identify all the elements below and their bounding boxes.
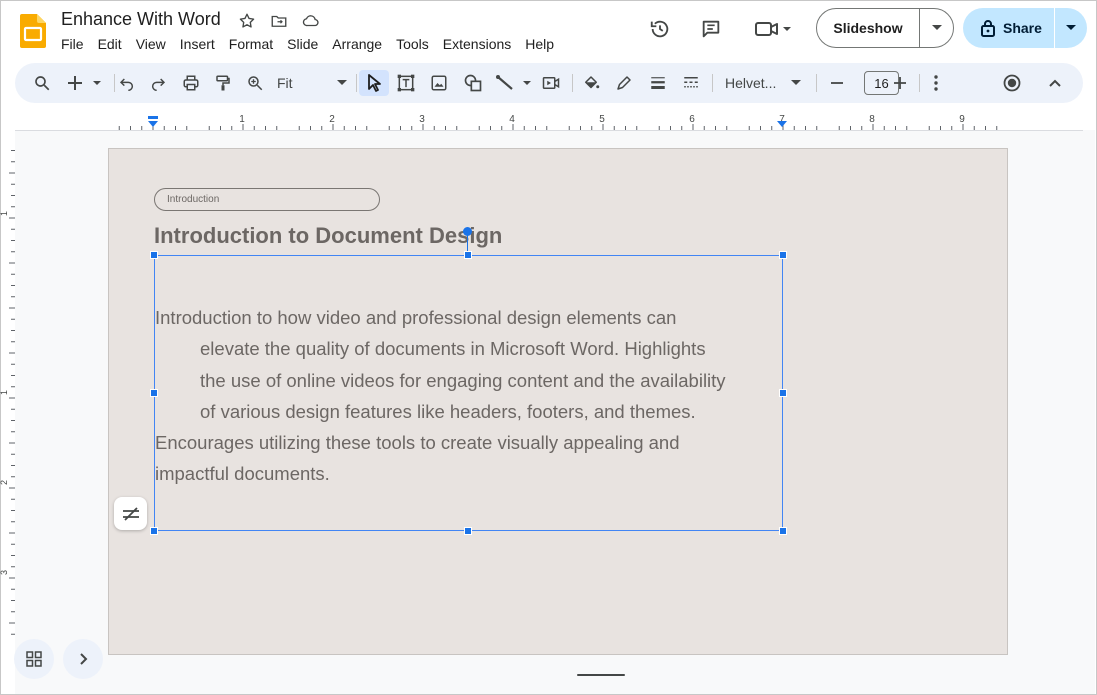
- zoom-dropdown-icon: [337, 80, 347, 85]
- font-select[interactable]: Helvet...: [719, 70, 807, 96]
- menu-slide[interactable]: Slide: [287, 36, 325, 52]
- increase-font-size-icon[interactable]: [888, 70, 912, 96]
- vruler-label: 1: [0, 390, 9, 395]
- border-color-icon[interactable]: [611, 70, 637, 96]
- star-icon[interactable]: [236, 10, 258, 32]
- font-name: Helvet...: [725, 75, 777, 91]
- lock-icon: [981, 20, 995, 37]
- ruler-label: 5: [599, 114, 605, 125]
- menu-extensions[interactable]: Extensions: [443, 36, 518, 52]
- zoom-icon[interactable]: [242, 70, 268, 96]
- print-icon[interactable]: [178, 70, 204, 96]
- menu-format[interactable]: Format: [229, 36, 280, 52]
- menu-bar: File Edit View Insert Format Slide Arran…: [61, 36, 568, 52]
- body-line: impactful documents.: [155, 463, 330, 485]
- collapse-toolbar-icon[interactable]: [1042, 70, 1068, 96]
- redo-icon[interactable]: [146, 70, 170, 96]
- undo-icon[interactable]: [115, 70, 139, 96]
- version-history-icon[interactable]: [645, 14, 675, 44]
- section-tag[interactable]: Introduction: [154, 188, 380, 211]
- zoom-select[interactable]: Fit: [274, 70, 350, 96]
- slide-canvas[interactable]: Introduction Introduction to Document De…: [108, 148, 1008, 655]
- resize-handle-s[interactable]: [464, 527, 472, 535]
- menu-edit[interactable]: Edit: [98, 36, 129, 52]
- ruler-label: 6: [689, 114, 695, 125]
- toolbar: Fit Helvet... 16: [15, 63, 1083, 103]
- share-button[interactable]: Share: [963, 8, 1087, 48]
- body-line: Encourages utilizing these tools to crea…: [155, 432, 680, 454]
- ruler-label: 9: [959, 114, 965, 125]
- resize-handle-nw[interactable]: [150, 251, 158, 259]
- ruler-label: 8: [869, 114, 875, 125]
- ruler-label: 3: [419, 114, 425, 125]
- slides-logo-icon[interactable]: [20, 14, 46, 48]
- ruler-label: 2: [329, 114, 335, 125]
- decrease-font-size-icon[interactable]: [825, 70, 849, 96]
- vertical-ruler[interactable]: 1 1 2 3: [0, 148, 16, 653]
- search-menus-icon[interactable]: [29, 70, 55, 96]
- record-icon[interactable]: [999, 70, 1025, 96]
- resize-handle-e[interactable]: [779, 389, 787, 397]
- shape-icon[interactable]: [460, 70, 486, 96]
- select-tool-icon[interactable]: [359, 70, 389, 96]
- expand-filmstrip-icon[interactable]: [63, 639, 103, 679]
- slideshow-label: Slideshow: [833, 20, 903, 36]
- ruler-label: 1: [239, 114, 245, 125]
- indent-marker-left[interactable]: [148, 116, 158, 127]
- resize-handle-se[interactable]: [779, 527, 787, 535]
- insert-video-icon[interactable]: [538, 70, 564, 96]
- more-options-icon[interactable]: [924, 70, 948, 96]
- vruler-label: 2: [0, 480, 9, 485]
- move-folder-icon[interactable]: [268, 10, 290, 32]
- horizontal-ruler[interactable]: 1 2 3 4 5 6 7 8 9: [108, 113, 1006, 131]
- border-dash-icon[interactable]: [678, 70, 704, 96]
- text-box-icon[interactable]: [393, 70, 419, 96]
- body-line: the use of online videos for engaging co…: [200, 369, 726, 391]
- resize-handle-sw[interactable]: [150, 527, 158, 535]
- insert-image-icon[interactable]: [426, 70, 452, 96]
- fill-color-icon[interactable]: [578, 70, 604, 96]
- body-text[interactable]: Introduction to how video and profession…: [155, 302, 783, 490]
- menu-file[interactable]: File: [61, 36, 91, 52]
- body-text-box[interactable]: Introduction to how video and profession…: [154, 255, 783, 531]
- new-slide-icon[interactable]: [65, 70, 105, 96]
- resize-handle-ne[interactable]: [779, 251, 787, 259]
- body-line: Introduction to how video and profession…: [155, 307, 677, 328]
- vruler-label: 1: [0, 211, 9, 216]
- speaker-notes-drag-handle[interactable]: [577, 674, 625, 676]
- text-fit-toggle-icon[interactable]: [114, 497, 147, 530]
- zoom-value: Fit: [277, 75, 293, 91]
- rotate-handle[interactable]: [463, 227, 472, 236]
- cloud-saved-icon[interactable]: [300, 10, 322, 32]
- menu-insert[interactable]: Insert: [180, 36, 222, 52]
- menu-tools[interactable]: Tools: [396, 36, 436, 52]
- vruler-label: 3: [0, 570, 9, 575]
- body-line: of various design features like headers,…: [200, 400, 696, 422]
- menu-arrange[interactable]: Arrange: [332, 36, 389, 52]
- body-line: elevate the quality of documents in Micr…: [200, 338, 706, 360]
- meet-video-icon[interactable]: [750, 14, 796, 44]
- line-tool-icon[interactable]: [493, 70, 535, 96]
- share-dropdown-icon[interactable]: [1055, 25, 1087, 31]
- grid-view-icon[interactable]: [14, 639, 54, 679]
- comments-icon[interactable]: [696, 14, 726, 44]
- menu-view[interactable]: View: [136, 36, 173, 52]
- slideshow-dropdown-icon[interactable]: [920, 25, 953, 31]
- slide-title[interactable]: Introduction to Document Design: [154, 223, 502, 249]
- slideshow-button[interactable]: Slideshow: [816, 8, 954, 48]
- menu-help[interactable]: Help: [525, 36, 561, 52]
- font-dropdown-icon: [791, 80, 801, 85]
- resize-handle-w[interactable]: [150, 389, 158, 397]
- document-title[interactable]: Enhance With Word: [61, 9, 221, 30]
- ruler-label: 4: [509, 114, 515, 125]
- paint-format-icon[interactable]: [210, 70, 236, 96]
- resize-handle-n[interactable]: [464, 251, 472, 259]
- border-weight-icon[interactable]: [645, 70, 671, 96]
- share-label: Share: [1003, 20, 1042, 36]
